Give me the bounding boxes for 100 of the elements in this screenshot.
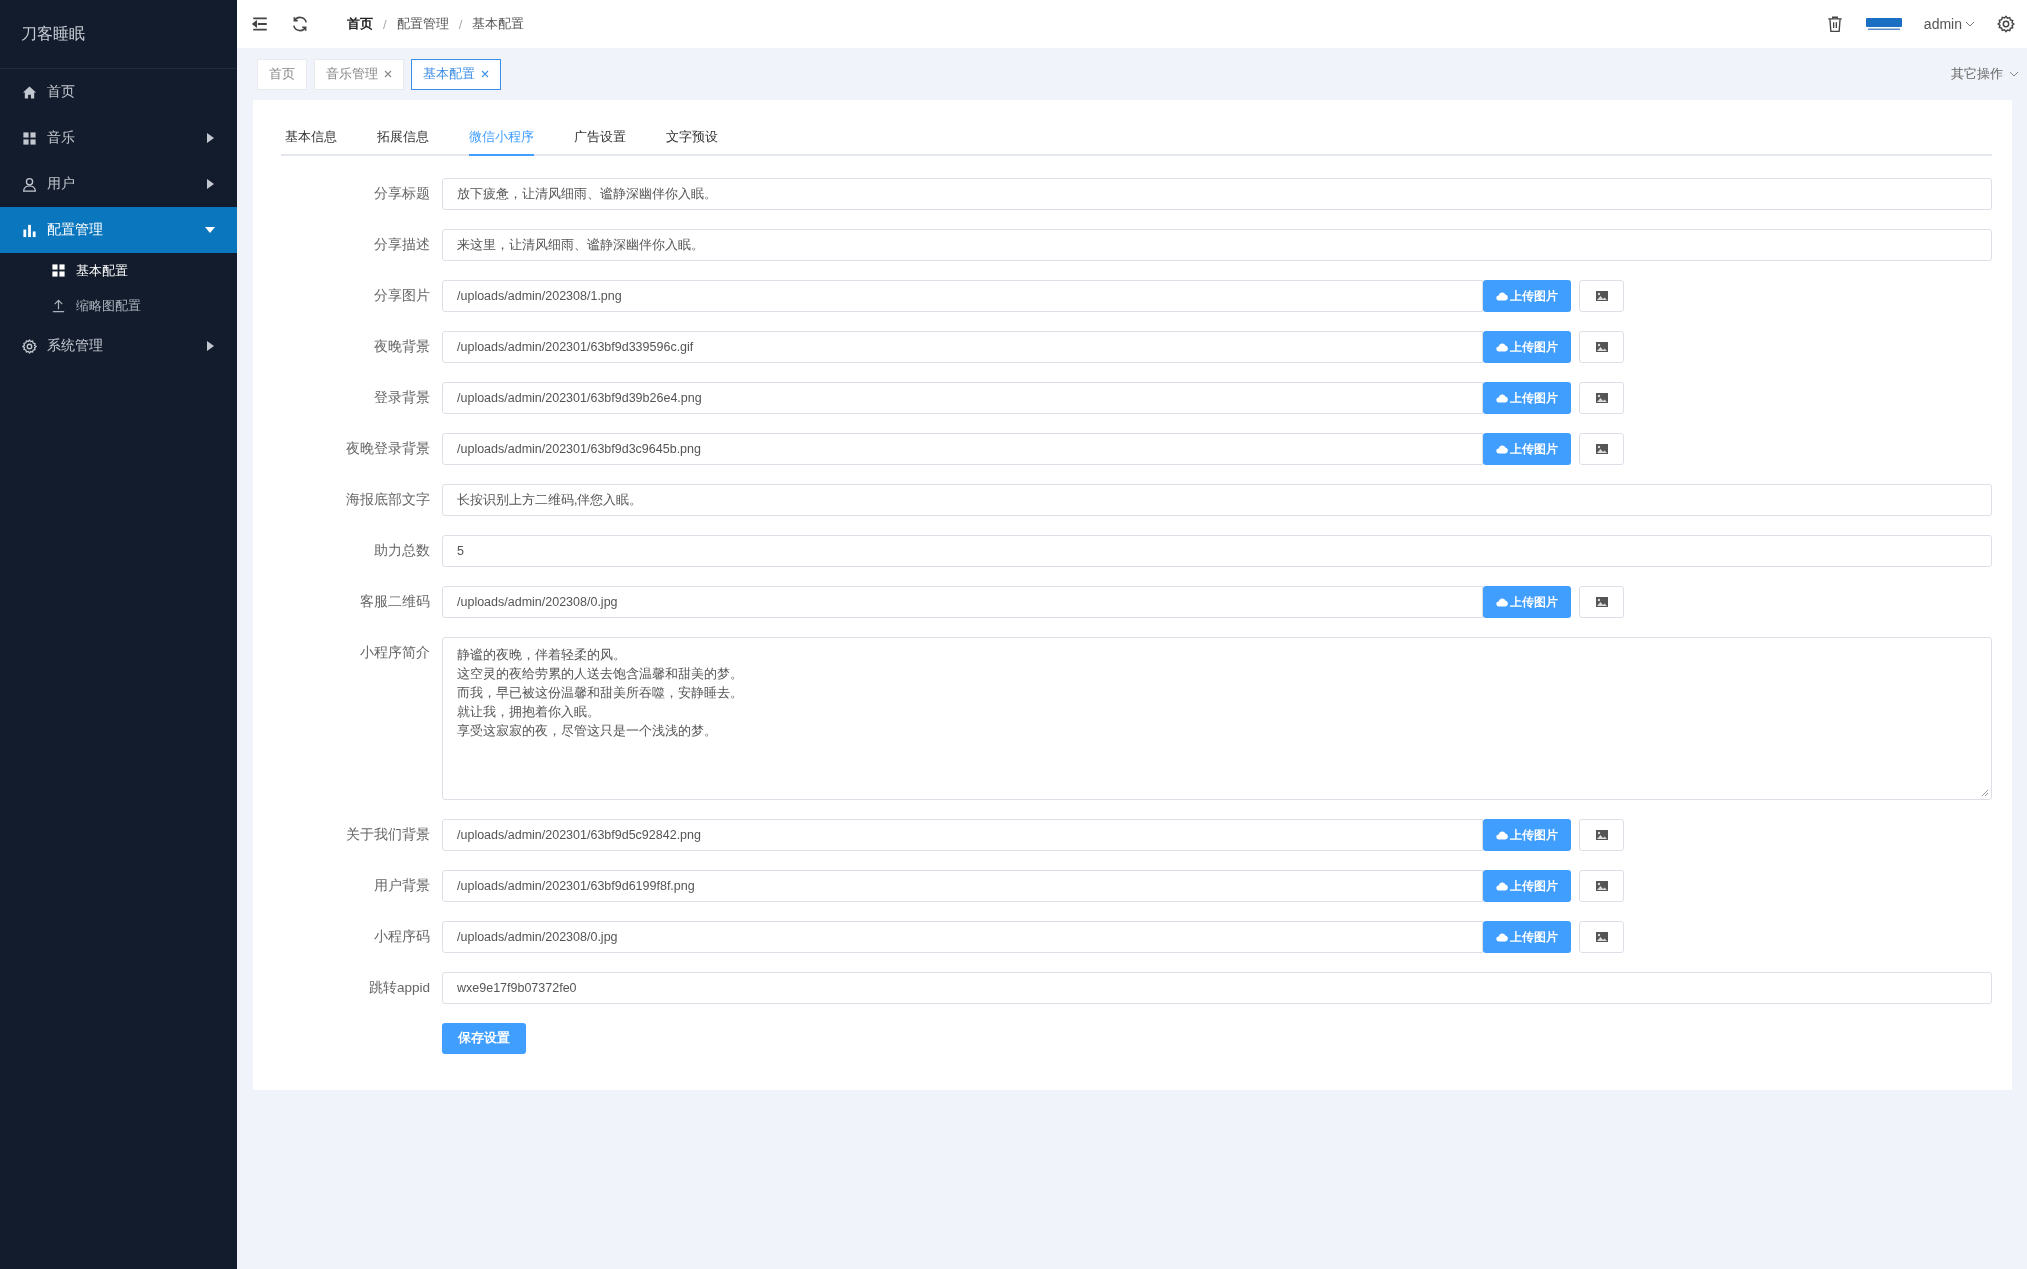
grid-icon [22,130,37,146]
text-line: 享受这寂寂的夜，尽管这只是一个浅浅的梦。 [457,723,718,740]
path-field[interactable]: /uploads/admin/202308/0.jpg [442,586,1483,618]
image-icon [1595,342,1608,352]
field-label: 分享描述 [373,236,431,254]
cloud-icon [1496,444,1508,454]
chevron-down-icon [1965,20,1975,28]
home-icon [22,84,37,100]
sidebar-subitem[interactable]: 缩略图配置 [0,288,237,323]
preview-button[interactable] [1579,586,1624,618]
image-icon [1595,830,1608,840]
text-field[interactable]: 放下疲惫，让清风细雨、谧静深幽伴你入眠。 [442,178,1992,210]
image-icon [1595,393,1608,403]
field-label: 分享图片 [373,287,431,305]
close-icon[interactable] [481,70,489,78]
cloud-icon [1496,393,1508,403]
field-label: 海报底部文字 [345,491,431,509]
chevron-down-icon [2009,70,2019,78]
text-line: 而我，早已被这份温馨和甜美所吞噬，安静睡去。 [457,685,744,702]
cloud-icon [1496,291,1508,301]
sidebar-item[interactable]: 音乐 [0,115,237,161]
image-icon [1595,932,1608,942]
field-label: 关于我们背景 [345,826,431,844]
breadcrumb-separator: / [383,16,387,32]
page-tab[interactable]: 音乐管理 [314,58,404,90]
breadcrumb-item: 基本配置 [472,15,525,33]
form-tab[interactable]: 文字预设 [666,122,718,156]
breadcrumb-item[interactable]: 配置管理 [396,15,449,33]
form-tab[interactable]: 基本信息 [285,122,337,156]
sidebar-subitem[interactable]: 基本配置 [0,253,237,288]
text-field[interactable]: 来这里，让清风细雨、谧静深幽伴你入眠。 [442,229,1992,261]
cloud-icon [1496,881,1508,891]
sidebar-item[interactable]: 首页 [0,69,237,115]
preview-button[interactable] [1579,921,1624,953]
resize-handle[interactable] [1981,789,1989,797]
caret-right-icon [205,341,215,351]
trash-icon[interactable] [1825,15,1844,33]
refresh-icon[interactable] [291,15,309,33]
user-menu[interactable]: admin [1923,16,1975,32]
preview-button[interactable] [1579,819,1624,851]
cloud-icon [1496,932,1508,942]
upload-icon [51,298,66,313]
form-tab[interactable]: 拓展信息 [377,122,429,156]
path-field[interactable]: /uploads/admin/202301/63bf9d39b26e4.png [442,382,1483,414]
sidebar-item[interactable]: 用户 [0,161,237,207]
preview-button[interactable] [1579,870,1624,902]
breadcrumb-separator: / [458,16,463,32]
logo-icon [1865,17,1902,31]
grid-icon [51,263,66,278]
path-field[interactable]: /uploads/admin/202301/63bf9d3c9645b.png [442,433,1483,465]
sidebar-item[interactable]: 配置管理 [0,207,237,253]
field-label: 分享标题 [373,185,431,203]
text-area[interactable]: 静谧的夜晚，伴着轻柔的风。 这空灵的夜给劳累的人送去饱含温馨和甜美的梦。 而我，早已被这份温馨和甜美所吞噬，安静睡去。 就让我，拥抱着你入眠。 享受这寂寂的夜，尽管这只是一个浅浅的梦。 [442,637,1992,800]
path-field[interactable]: /uploads/admin/202301/63bf9d339596c.gif [442,331,1483,363]
field-label: 跳转appid [367,979,431,997]
settings-icon[interactable] [1997,15,2015,33]
preview-button[interactable] [1579,382,1624,414]
cloud-icon [1496,597,1508,607]
path-field[interactable]: /uploads/admin/202301/63bf9d5c92842.png [442,819,1483,851]
caret-right-icon [205,179,215,189]
caret-down-icon [205,225,215,235]
image-icon [1595,291,1608,301]
text-line: 就让我，拥抱着你入眠。 [457,704,601,721]
image-icon [1595,881,1608,891]
preview-button[interactable] [1579,433,1624,465]
page-tab[interactable]: 基本配置 [411,58,501,90]
field-label: 登录背景 [373,389,431,407]
cloud-icon [1496,830,1508,840]
sidebar-item[interactable]: 系统管理 [0,323,237,369]
image-icon [1595,597,1608,607]
page-tab[interactable]: 首页 [257,58,307,90]
app-title: 刀客睡眠 [21,23,85,44]
field-label: 夜晚背景 [373,338,431,356]
field-label: 夜晚登录背景 [345,440,431,458]
field-label: 助力总数 [373,542,431,560]
path-field[interactable]: /uploads/admin/202308/1.png [442,280,1483,312]
field-label: 小程序码 [373,928,431,946]
bar-chart-icon [22,222,37,238]
cloud-icon [1496,342,1508,352]
close-icon[interactable] [384,70,392,78]
field-label: 用户背景 [373,877,431,895]
gear-icon [22,338,37,354]
preview-button[interactable] [1579,331,1624,363]
field-label: 小程序简介 [359,644,431,662]
text-line: 静谧的夜晚，伴着轻柔的风。 [457,647,627,664]
caret-right-icon [205,133,215,143]
text-line: 这空灵的夜给劳累的人送去饱含温馨和甜美的梦。 [457,666,744,683]
image-icon [1595,444,1608,454]
preview-button[interactable] [1579,280,1624,312]
more-actions-dropdown[interactable]: 其它操作 [1951,65,2019,83]
text-field[interactable]: 长按识别上方二维码,伴您入眠。 [442,484,1992,516]
text-field[interactable]: wxe9e17f9b07372fe0 [442,972,1992,1004]
breadcrumb-item[interactable]: 首页 [347,15,373,33]
field-label: 客服二维码 [359,593,431,611]
user-icon [22,176,37,192]
path-field[interactable]: /uploads/admin/202308/0.jpg [442,921,1483,953]
menu-icon[interactable] [251,15,269,33]
form-tab[interactable]: 广告设置 [574,122,626,156]
path-field[interactable]: /uploads/admin/202301/63bf9d6199f8f.png [442,870,1483,902]
text-field[interactable]: 5 [442,535,1992,567]
